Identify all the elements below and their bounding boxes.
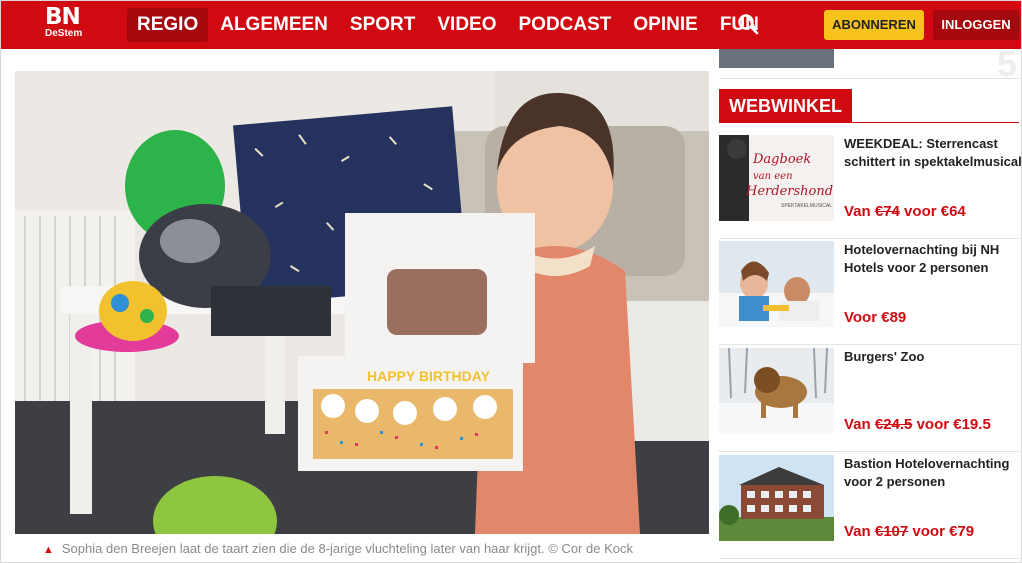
shop-item-image [719, 348, 834, 434]
hero-illustration: HAPPY BIRTHDAY [15, 71, 709, 534]
price-mid: voor [908, 523, 950, 540]
section-title: WEBWINKEL [719, 89, 852, 123]
thumb-title-line3: Herdershond [745, 184, 833, 199]
subscribe-button[interactable]: ABONNEREN [824, 10, 924, 40]
shop-item-image [719, 241, 834, 327]
thumb-subtext: SPEKTAKELMUSICAL [781, 203, 832, 209]
price-prefix: Van [844, 523, 875, 540]
site-logo[interactable]: BN DeStem [45, 6, 95, 44]
thumb-title-line1: Dagboek [752, 152, 811, 167]
shop-item-price: Voor €89 [844, 309, 906, 326]
divider [719, 78, 1019, 79]
old-price: €24.5 [874, 416, 913, 433]
new-price: €19.5 [953, 416, 991, 433]
logo-main-text: BN [45, 4, 81, 30]
shop-item[interactable]: Bastion Hotelovernachting voor 2 persone… [719, 455, 1019, 559]
price-mid: voor [899, 203, 941, 220]
photo-caption: ▲ Sophia den Breejen laat de taart zien d… [43, 541, 633, 556]
shop-item[interactable]: Burgers' Zoo Van €24.5 voor €19.5 [719, 348, 1019, 452]
shop-item-image: Dagboek van een Herdershond SPEKTAKELMUS… [719, 135, 834, 221]
new-price: €64 [940, 203, 966, 220]
caption-triangle-icon: ▲ [43, 544, 54, 556]
photo-caption-text: Sophia den Breejen laat de taart zien di… [61, 541, 633, 556]
shop-item-title[interactable]: Burgers' Zoo [844, 348, 1021, 366]
previous-item-thumbnail[interactable] [719, 49, 834, 68]
shop-item[interactable]: Hotelovernachting bij NH Hotels voor 2 p… [719, 241, 1019, 345]
nav-item-regio[interactable]: REGIO [127, 8, 209, 42]
login-button[interactable]: INLOGGEN [933, 10, 1019, 40]
old-price: €107 [874, 523, 909, 540]
page: BN DeStem REGIO ALGEMEEN SPORT VIDEO POD… [0, 0, 1022, 563]
price-prefix: Van [844, 416, 875, 433]
new-price: €89 [881, 309, 907, 326]
search-icon[interactable] [737, 13, 759, 35]
shop-item-price: Van €107 voor €79 [844, 523, 974, 540]
main-nav: REGIO ALGEMEEN SPORT VIDEO PODCAST OPINI… [127, 8, 771, 42]
cake-text: HAPPY BIRTHDAY [367, 368, 491, 384]
thumb-title-line2: van een [753, 171, 793, 182]
logo-sub-text: DeStem [45, 28, 83, 39]
top-navigation-bar: BN DeStem REGIO ALGEMEEN SPORT VIDEO POD… [1, 1, 1021, 49]
old-price: €74 [874, 203, 900, 220]
shop-item-title[interactable]: Bastion Hotelovernachting voor 2 persone… [844, 455, 1021, 491]
shop-item-price: Van €24.5 voor €19.5 [844, 416, 991, 433]
section-underline [719, 122, 1019, 123]
shop-item-title[interactable]: WEEKDEAL: Sterrencast schittert in spekt… [844, 135, 1021, 171]
nav-item-sport[interactable]: SPORT [340, 8, 425, 42]
shop-item-title[interactable]: Hotelovernachting bij NH Hotels voor 2 p… [844, 241, 1021, 277]
shop-item-image [719, 455, 834, 541]
new-price: €79 [949, 523, 975, 540]
price-prefix: Van [844, 203, 875, 220]
nav-item-opinie[interactable]: OPINIE [623, 8, 707, 42]
nav-item-video[interactable]: VIDEO [427, 8, 506, 42]
price-prefix: Voor [844, 309, 882, 326]
article-hero-photo[interactable]: HAPPY BIRTHDAY [15, 71, 709, 534]
nav-item-podcast[interactable]: PODCAST [509, 8, 622, 42]
nav-item-algemeen[interactable]: ALGEMEEN [210, 8, 338, 42]
shop-item[interactable]: Dagboek van een Herdershond SPEKTAKELMUS… [719, 135, 1021, 239]
shop-item-price: Van €74 voor €64 [844, 203, 966, 220]
price-mid: voor [912, 416, 954, 433]
